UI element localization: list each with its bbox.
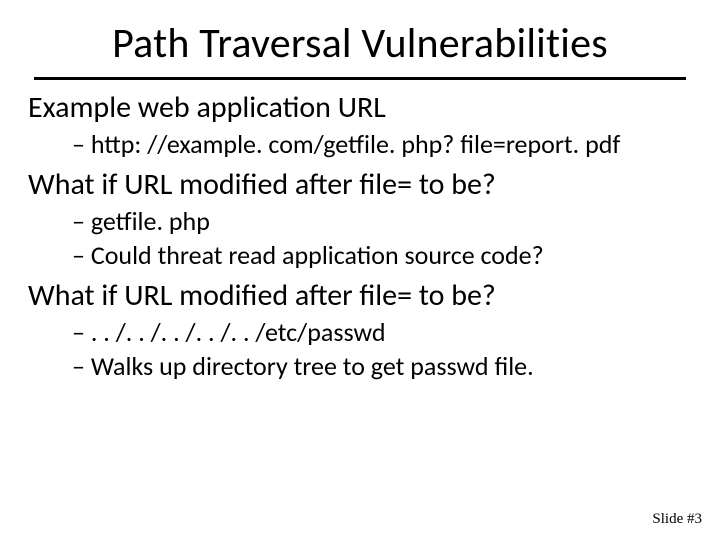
section-heading: What if URL modified after file= to be?	[28, 278, 692, 314]
bullet-item: Could threat read application source cod…	[72, 239, 692, 272]
slide-body: Example web application URL http: //exam…	[0, 90, 720, 383]
slide-number: Slide #3	[652, 511, 702, 528]
bullet-item: Walks up directory tree to get passwd fi…	[72, 350, 692, 383]
bullet-item: http: //example. com/getfile. php? file=…	[72, 128, 692, 161]
slide-title: Path Traversal Vulnerabilities	[0, 0, 720, 69]
section-heading: Example web application URL	[28, 90, 692, 126]
title-rule	[34, 77, 686, 80]
bullet-item: . . /. . /. . /. . /. . /etc/passwd	[72, 316, 692, 349]
bullet-item: getfile. php	[72, 205, 692, 238]
section-heading: What if URL modified after file= to be?	[28, 167, 692, 203]
